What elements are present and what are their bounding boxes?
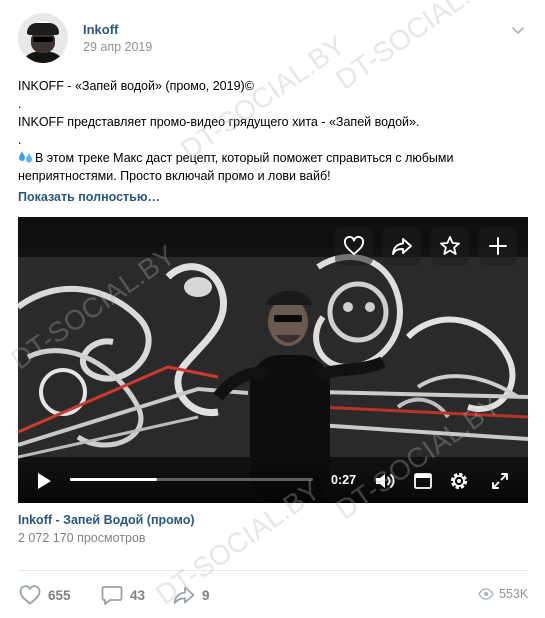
divider xyxy=(18,570,528,571)
plus-icon xyxy=(489,237,507,255)
post-text: INKOFF - «Запей водой» (промо, 2019)© . … xyxy=(18,77,528,185)
share-icon xyxy=(392,238,412,255)
miniplayer-icon xyxy=(414,473,432,489)
play-button[interactable] xyxy=(32,469,56,493)
view-count: 553K xyxy=(499,587,529,601)
video-player[interactable]: 0:27 xyxy=(18,217,528,503)
miniplayer-button[interactable] xyxy=(411,469,435,493)
wall-post: Inkoff 29 апр 2019 INKOFF - «Запей водой… xyxy=(0,0,545,618)
video-current-time: 0:27 xyxy=(331,473,357,487)
fullscreen-button[interactable] xyxy=(488,469,512,493)
star-icon xyxy=(440,236,460,255)
video-title-link[interactable]: Inkoff - Запей Водой (промо) xyxy=(18,513,195,527)
comment-count: 43 xyxy=(130,587,146,603)
post-text-line: INKOFF - «Запей водой» (промо, 2019)© xyxy=(18,79,254,93)
post-text-line: INKOFF представляет промо-видео грядущег… xyxy=(18,115,420,129)
post-text-line: . xyxy=(18,97,22,111)
like-video-button[interactable] xyxy=(335,227,373,265)
settings-icon xyxy=(450,472,468,490)
favorite-video-button[interactable] xyxy=(431,227,469,265)
post-text-line: неприятностями. Просто включай промо и л… xyxy=(18,169,331,183)
show-more-link[interactable]: Показать полностью… xyxy=(18,190,160,204)
volume-icon xyxy=(376,474,395,488)
comment-icon xyxy=(101,586,123,605)
share-count: 9 xyxy=(202,587,210,603)
fullscreen-icon xyxy=(492,473,508,489)
add-video-button[interactable] xyxy=(479,227,517,265)
eye-icon xyxy=(478,588,494,600)
video-view-count: 2 072 170 просмотров xyxy=(18,531,146,545)
video-progress-bar[interactable] xyxy=(70,478,313,481)
post-date[interactable]: 29 апр 2019 xyxy=(83,40,152,54)
author-avatar[interactable] xyxy=(18,13,68,63)
play-icon xyxy=(38,473,51,489)
post-text-line-with-emoji: В этом треке Макс даст рецепт, который п… xyxy=(18,149,528,167)
share-icon xyxy=(173,586,195,604)
water-drops-icon xyxy=(19,151,32,163)
post-views: 553K xyxy=(478,587,528,601)
chevron-down-icon[interactable] xyxy=(509,24,527,36)
settings-button[interactable] xyxy=(447,469,471,493)
author-name[interactable]: Inkoff xyxy=(83,22,118,37)
volume-button[interactable] xyxy=(373,469,399,493)
like-button[interactable]: 655 xyxy=(18,584,71,606)
comment-button[interactable]: 43 xyxy=(100,584,145,606)
video-progress-fill xyxy=(70,478,158,481)
like-count: 655 xyxy=(48,587,71,603)
post-text-line: . xyxy=(18,133,22,147)
heart-icon xyxy=(19,585,41,605)
share-button[interactable]: 9 xyxy=(172,584,210,606)
heart-icon xyxy=(343,235,365,255)
post-text-line: В этом треке Макс даст рецепт, который п… xyxy=(35,151,454,165)
share-video-button[interactable] xyxy=(383,227,421,265)
